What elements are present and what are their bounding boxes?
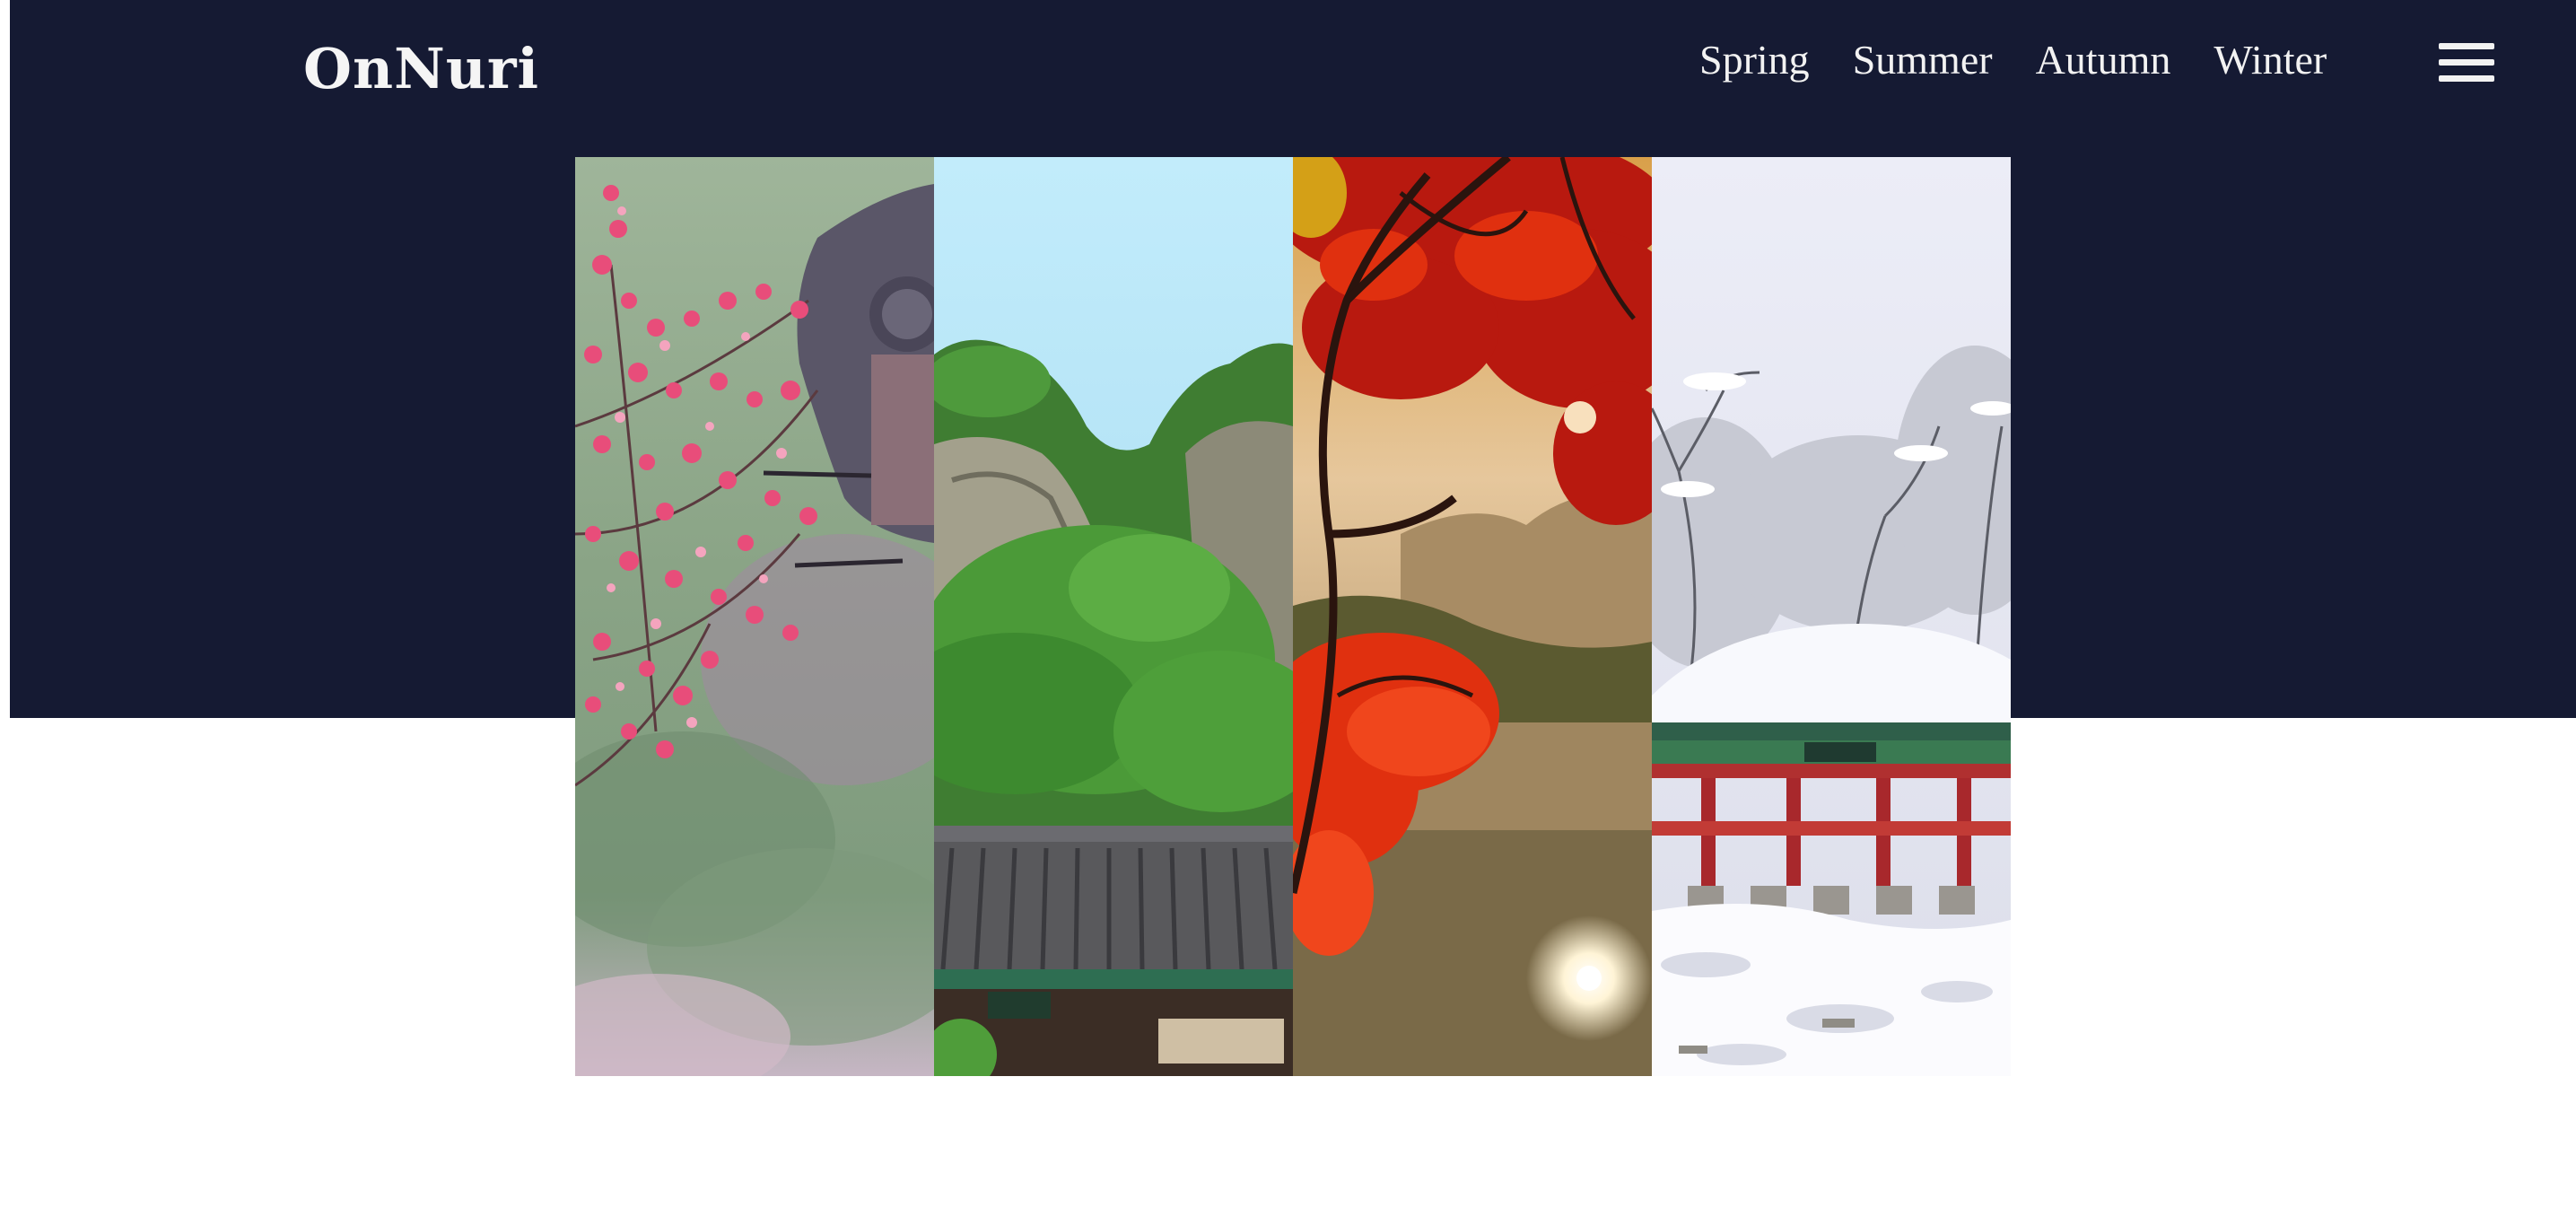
nav-item-summer[interactable]: Summer [1853, 39, 1993, 81]
brand-logo[interactable]: OnNuri [303, 41, 539, 97]
season-gallery [575, 157, 2011, 1076]
season-nav: Spring Summer Autumn Winter [1699, 39, 2327, 81]
autumn-photo [1293, 157, 1652, 1076]
nav-item-winter[interactable]: Winter [2214, 39, 2327, 81]
spring-photo [575, 157, 934, 1076]
summer-photo [934, 157, 1293, 1076]
spring-photo-panel[interactable] [575, 157, 934, 1076]
menu-bar [2439, 75, 2494, 82]
winter-photo [1652, 157, 2011, 1076]
nav-item-autumn[interactable]: Autumn [2036, 39, 2171, 81]
autumn-photo-panel[interactable] [1293, 157, 1652, 1076]
winter-photo-panel[interactable] [1652, 157, 2011, 1076]
menu-bar [2439, 43, 2494, 49]
summer-photo-panel[interactable] [934, 157, 1293, 1076]
nav-item-spring[interactable]: Spring [1699, 39, 1810, 81]
hamburger-menu-icon[interactable] [2439, 43, 2494, 83]
menu-bar [2439, 59, 2494, 66]
